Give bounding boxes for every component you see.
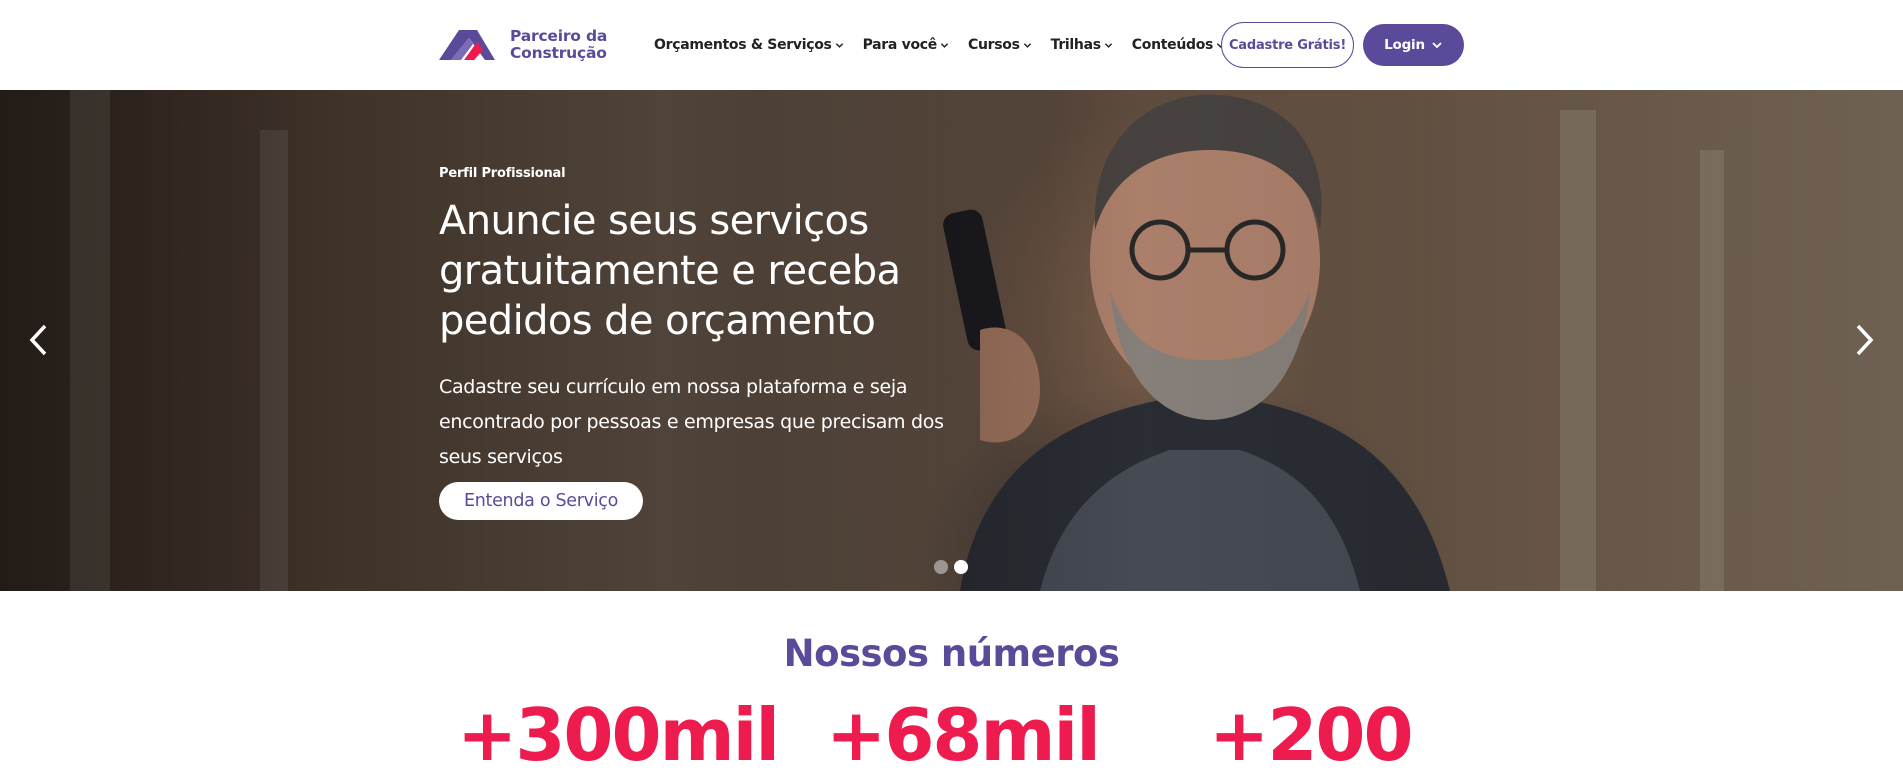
chevron-down-icon xyxy=(940,41,949,50)
site-header: Parceiro da Construção Orçamentos & Serv… xyxy=(0,0,1903,90)
chevron-left-icon xyxy=(29,324,47,356)
nav-item-conteudos[interactable]: Conteúdos xyxy=(1132,37,1225,53)
brand-logo[interactable]: Parceiro da Construção xyxy=(439,24,607,66)
stat-value: +200 xyxy=(1209,693,1414,777)
nav-item-orcamentos[interactable]: Orçamentos & Serviços xyxy=(654,37,844,53)
logo-icon xyxy=(439,30,495,60)
brand-name-line1: Parceiro da xyxy=(510,27,608,45)
hero-title: Anuncie seus serviços gratuitamente e re… xyxy=(439,198,901,344)
nav-item-label: Para você xyxy=(862,37,938,53)
signup-button[interactable]: Cadastre Grátis! xyxy=(1221,22,1354,68)
hero-carousel: Perfil Profissional Anuncie seus serviço… xyxy=(0,90,1903,591)
chevron-down-icon xyxy=(1104,41,1113,50)
chevron-down-icon xyxy=(1023,41,1032,50)
nav-item-cursos[interactable]: Cursos xyxy=(968,37,1032,53)
main-nav: Orçamentos & Serviços Para você Cursos T… xyxy=(654,33,1244,57)
login-button-label: Login xyxy=(1384,37,1425,53)
chevron-down-icon xyxy=(1432,42,1442,49)
nav-item-label: Orçamentos & Serviços xyxy=(654,37,832,53)
chevron-down-icon xyxy=(835,41,844,50)
carousel-dot-2[interactable] xyxy=(954,560,968,574)
carousel-next-button[interactable] xyxy=(1849,320,1879,360)
hero-subtitle: Cadastre seu currículo em nossa platafor… xyxy=(439,376,944,468)
nav-item-label: Cursos xyxy=(967,37,1020,53)
numbers-section-title: Nossos números xyxy=(783,632,1120,675)
carousel-prev-button[interactable] xyxy=(24,320,54,360)
login-button[interactable]: Login xyxy=(1363,24,1464,66)
carousel-indicators xyxy=(934,560,974,574)
carousel-dot-1[interactable] xyxy=(934,560,948,574)
chevron-right-icon xyxy=(1856,324,1874,356)
nav-item-para-voce[interactable]: Para você xyxy=(863,37,949,53)
nav-item-trilhas[interactable]: Trilhas xyxy=(1051,37,1113,53)
brand-name-line2: Construção xyxy=(510,44,607,62)
nav-item-label: Conteúdos xyxy=(1131,37,1214,53)
hero-eyebrow: Perfil Profissional xyxy=(439,166,566,181)
stat-value: +68mil xyxy=(826,693,1101,777)
nav-item-label: Trilhas xyxy=(1050,37,1101,53)
stat-value: +300mil xyxy=(457,693,780,777)
brand-name: Parceiro da Construção xyxy=(510,28,607,62)
learn-more-button[interactable]: Entenda o Serviço xyxy=(439,482,643,520)
